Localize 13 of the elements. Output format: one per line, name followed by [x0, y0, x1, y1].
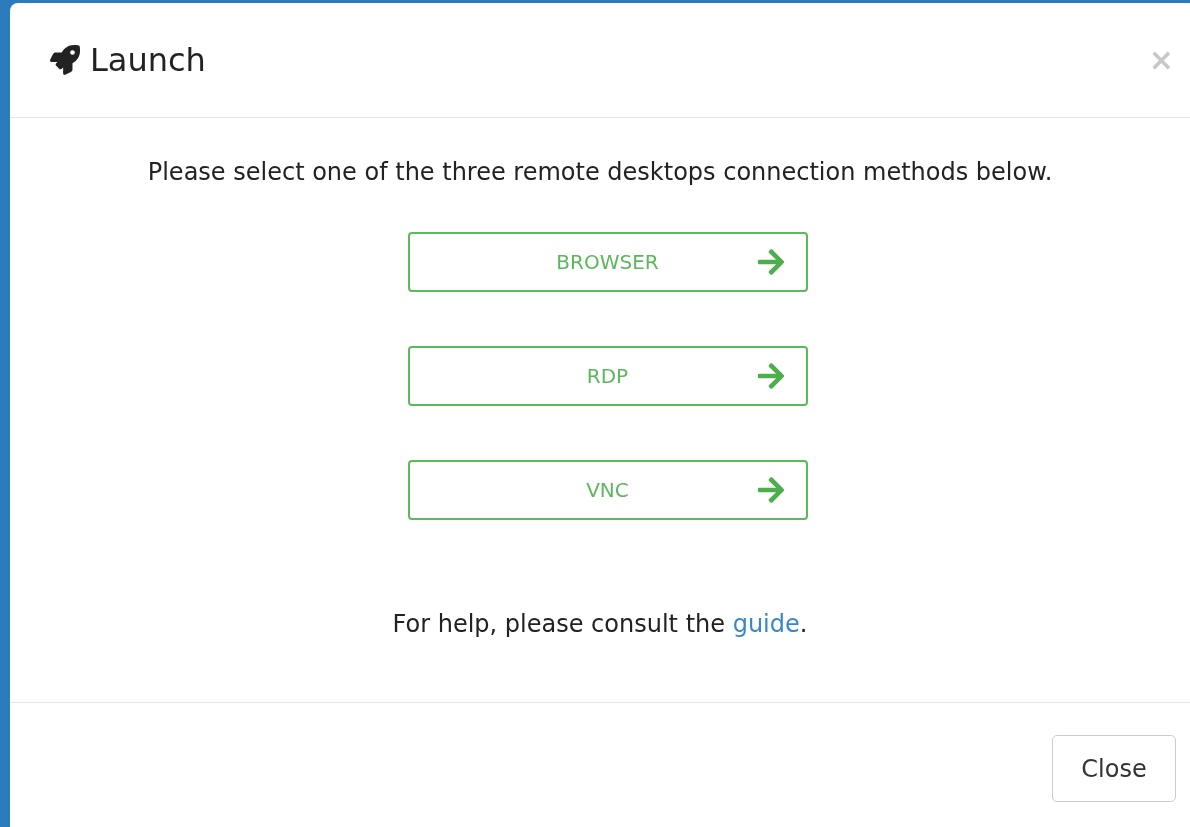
- dialog-title: Launch: [90, 40, 206, 81]
- rocket-icon: [50, 45, 80, 75]
- help-text: For help, please consult the guide.: [392, 609, 808, 640]
- arrow-right-icon: [755, 247, 786, 277]
- instruction-text: Please select one of the three remote desktops connection methods below.: [147, 157, 1053, 188]
- connection-method-button[interactable]: BROWSER: [407, 232, 808, 292]
- close-button[interactable]: ×: [1148, 45, 1174, 75]
- connection-method-button[interactable]: VNC: [407, 460, 808, 520]
- arrow-right-icon: [755, 361, 786, 391]
- guide-link[interactable]: guide: [732, 610, 800, 638]
- arrow-right-icon: [755, 475, 786, 505]
- close-footer-button[interactable]: Close: [1052, 735, 1176, 802]
- connection-method-button[interactable]: RDP: [407, 346, 808, 406]
